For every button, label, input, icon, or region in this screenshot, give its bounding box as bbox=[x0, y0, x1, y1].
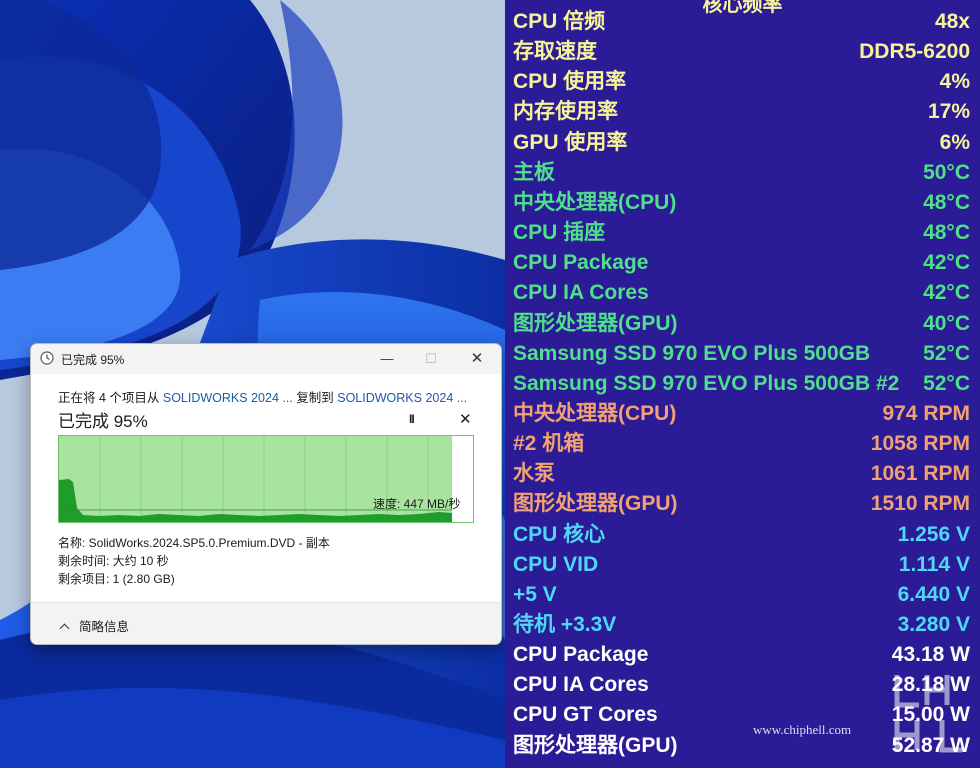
sensor-value: 17% bbox=[927, 100, 970, 124]
sensor-row: CPU 使用率 4% bbox=[513, 67, 970, 97]
sensor-row: 图形处理器(GPU) 1510 RPM bbox=[513, 489, 970, 519]
sensor-value: 1.256 V bbox=[897, 522, 970, 546]
sensor-value: 48°C bbox=[923, 221, 970, 245]
sensor-label: CPU 插座 bbox=[513, 221, 606, 245]
sensor-value: 3.280 V bbox=[897, 613, 970, 636]
sensor-value: 1.114 V bbox=[898, 552, 970, 576]
sensor-value: 48x bbox=[934, 10, 970, 33]
dialog-title: 已完成 95% bbox=[61, 353, 125, 367]
sensor-row: CPU 倍频 48x bbox=[513, 7, 970, 37]
sensor-row: Samsung SSD 970 EVO Plus 500GB #2 52°C bbox=[513, 369, 970, 399]
sensor-label: 水泵 bbox=[513, 462, 555, 486]
sensor-row: +5 V 6.440 V bbox=[513, 580, 970, 610]
sensor-label: CPU Package bbox=[513, 643, 649, 667]
sensor-value: 42°C bbox=[923, 281, 970, 305]
chiphell-watermark-logo bbox=[894, 675, 962, 753]
progress-heading: 已完成 95% bbox=[58, 412, 148, 431]
clock-icon bbox=[40, 351, 54, 365]
sensor-label: 主板 bbox=[513, 160, 555, 184]
items-remaining: 剩余项目: 1 (2.80 GB) bbox=[58, 572, 175, 586]
sensor-label: CPU IA Cores bbox=[513, 673, 649, 697]
sensor-value: 52°C bbox=[923, 341, 970, 365]
sensor-value: 974 RPM bbox=[882, 401, 970, 425]
sensor-label: 待机 +3.3V bbox=[513, 613, 617, 636]
sensor-row: #2 机箱 1058 RPM bbox=[513, 429, 970, 459]
sensor-label: CPU GT Cores bbox=[513, 703, 658, 727]
sensor-label: CPU 使用率 bbox=[513, 70, 627, 94]
source-folder-link[interactable]: SOLIDWORKS 2024 ... bbox=[163, 391, 293, 405]
sensor-panel: 核心频率 CPU 倍频 48x 存取速度 DDR5-6200 CPU 使用率 4% 内存使用… bbox=[505, 0, 980, 768]
sensor-label: 中央处理器(CPU) bbox=[513, 401, 677, 425]
copy-description: 正在将 4 个项目从 SOLIDWORKS 2024 ... 复制到 SOLID… bbox=[58, 387, 467, 406]
sensor-value: 40°C bbox=[923, 311, 970, 335]
sensor-value: 52°C bbox=[923, 371, 970, 395]
close-button[interactable]: ✕ bbox=[454, 344, 500, 374]
sensor-label: 图形处理器(GPU) bbox=[513, 733, 678, 757]
sensor-label: 存取速度 bbox=[513, 40, 597, 64]
sensor-value: 6.440 V bbox=[897, 582, 970, 606]
sensor-label: CPU 倍频 bbox=[513, 10, 606, 33]
minimize-button[interactable]: — bbox=[364, 344, 410, 374]
chevron-up-icon bbox=[59, 623, 70, 634]
sensor-row: 中央处理器(CPU) 974 RPM bbox=[513, 399, 970, 429]
sensor-value: 1058 RPM bbox=[870, 432, 970, 456]
less-info-label: 简略信息 bbox=[79, 620, 130, 634]
maximize-button[interactable]: ☐ bbox=[408, 344, 454, 374]
copy-prefix: 正在将 4 个项目从 bbox=[58, 391, 163, 405]
sensor-label: Samsung SSD 970 EVO Plus 500GB #2 bbox=[513, 371, 900, 395]
sensor-label: 内存使用率 bbox=[513, 100, 618, 124]
pause-button[interactable]: II bbox=[409, 412, 415, 426]
sensor-label: GPU 使用率 bbox=[513, 130, 628, 154]
copy-middle: 复制到 bbox=[292, 391, 338, 405]
dialog-footer: 简略信息 bbox=[31, 602, 501, 644]
sensor-row: CPU VID 1.114 V bbox=[513, 550, 970, 580]
file-name: 名称: SolidWorks.2024.SP5.0.Premium.DVD - … bbox=[58, 536, 330, 550]
cancel-copy-button[interactable]: ✕ bbox=[459, 410, 472, 428]
sensor-value: DDR5-6200 bbox=[859, 40, 970, 64]
sensor-row: 存取速度 DDR5-6200 bbox=[513, 37, 970, 67]
sensor-value: 1510 RPM bbox=[870, 492, 970, 516]
sensor-value: 42°C bbox=[923, 251, 970, 275]
sensor-row: CPU IA Cores 42°C bbox=[513, 278, 970, 308]
sensor-label: 图形处理器(GPU) bbox=[513, 492, 678, 516]
watermark-url: www.chiphell.com bbox=[753, 722, 852, 737]
sensor-label: 图形处理器(GPU) bbox=[513, 311, 678, 335]
less-info-toggle[interactable]: 简略信息 bbox=[59, 616, 130, 635]
sensor-value: 6% bbox=[939, 130, 970, 154]
sensor-value: 50°C bbox=[923, 160, 970, 184]
destination-folder-link[interactable]: SOLIDWORKS 2024 ... bbox=[337, 391, 467, 405]
sensor-row: CPU 核心 1.256 V bbox=[513, 520, 970, 550]
time-remaining: 剩余时间: 大约 10 秒 bbox=[58, 554, 169, 568]
sensor-row: 内存使用率 17% bbox=[513, 97, 970, 127]
sensor-row: CPU Package 42°C bbox=[513, 248, 970, 278]
sensor-row: GPU 使用率 6% bbox=[513, 128, 970, 158]
sensor-label: CPU VID bbox=[513, 552, 599, 576]
sensor-label: CPU 核心 bbox=[513, 522, 606, 546]
sensor-row: Samsung SSD 970 EVO Plus 500GB 52°C bbox=[513, 339, 970, 369]
speed-label: 速度: 447 MB/秒 bbox=[373, 497, 461, 511]
sensor-label: #2 机箱 bbox=[513, 432, 585, 456]
screen: 已完成 95% — ☐ ✕ 正在将 4 个项目从 SOLIDWORKS 2024… bbox=[0, 0, 980, 768]
sensor-label: CPU IA Cores bbox=[513, 281, 649, 305]
sensor-row: 图形处理器(GPU) 40°C bbox=[513, 309, 970, 339]
sensor-row: 待机 +3.3V 3.280 V bbox=[513, 610, 970, 640]
sensor-label: +5 V bbox=[513, 582, 557, 606]
sensor-value: 4% bbox=[939, 70, 970, 94]
sensor-row: CPU 插座 48°C bbox=[513, 218, 970, 248]
sensor-row: 中央处理器(CPU) 48°C bbox=[513, 188, 970, 218]
sensor-label: Samsung SSD 970 EVO Plus 500GB bbox=[513, 341, 871, 365]
sensor-label: CPU Package bbox=[513, 251, 649, 275]
dialog-titlebar[interactable]: 已完成 95% — ☐ ✕ bbox=[31, 344, 501, 374]
sensor-value: 1061 RPM bbox=[870, 462, 970, 486]
sensor-label: 中央处理器(CPU) bbox=[513, 190, 677, 214]
sensor-row: 主板 50°C bbox=[513, 158, 970, 188]
sensor-value: 48°C bbox=[923, 190, 970, 214]
sensor-row: 水泵 1061 RPM bbox=[513, 459, 970, 489]
copy-progress-dialog: 已完成 95% — ☐ ✕ 正在将 4 个项目从 SOLIDWORKS 2024… bbox=[30, 343, 502, 645]
